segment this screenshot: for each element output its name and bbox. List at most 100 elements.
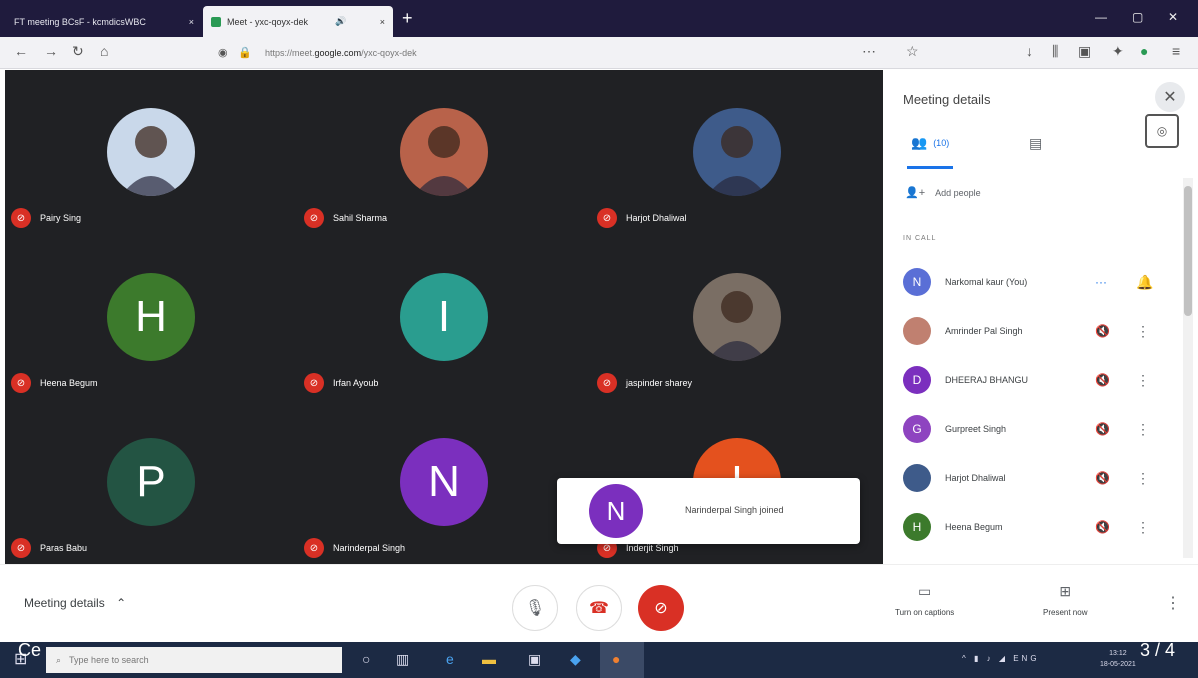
participant-tile[interactable]: ⊘ Harjot Dhaliwal bbox=[591, 70, 883, 234]
participant-name-label: ⊘ Narinderpal Singh bbox=[304, 538, 405, 558]
participant-tile[interactable]: I ⊘ Irfan Ayoub bbox=[298, 235, 590, 399]
person-name: Gurpreet Singh bbox=[945, 424, 1007, 434]
taskbar-search-box[interactable]: ⌕ Type here to search bbox=[46, 647, 342, 673]
present-icon: ⊞ bbox=[1059, 583, 1072, 599]
account-icon[interactable]: ● bbox=[1140, 43, 1148, 59]
meeting-details-button[interactable]: Meeting details ⌃ bbox=[24, 596, 126, 610]
meet-favicon-icon bbox=[211, 16, 221, 27]
more-options-button[interactable]: ⋮ bbox=[1165, 593, 1181, 613]
scrollbar-thumb[interactable] bbox=[1184, 186, 1192, 316]
more-options-icon[interactable]: ⋮ bbox=[1136, 323, 1150, 340]
page-actions-icon[interactable]: ⋯ bbox=[862, 43, 876, 60]
more-options-icon[interactable]: ⋮ bbox=[1136, 372, 1150, 389]
microphone-icon: 🎙 bbox=[524, 600, 546, 617]
bookmark-star-icon[interactable]: ☆ bbox=[906, 43, 919, 60]
muted-mic-icon: ⊘ bbox=[11, 208, 31, 228]
task-view-icon[interactable]: ▥ bbox=[396, 651, 409, 668]
people-list-item[interactable]: Amrinder Pal Singh 🔇 ⋮ bbox=[903, 316, 1163, 346]
screenshot-icon[interactable]: ◎ bbox=[1145, 114, 1179, 148]
new-tab-button[interactable]: + bbox=[402, 9, 413, 27]
participant-name-label: ⊘ jaspinder sharey bbox=[597, 373, 692, 393]
menu-icon[interactable]: ≡ bbox=[1172, 43, 1180, 59]
edge-icon[interactable]: e bbox=[446, 651, 454, 667]
more-options-icon[interactable]: ⋮ bbox=[1136, 421, 1150, 438]
tab-chat[interactable]: ▤ bbox=[1029, 135, 1042, 152]
app-icon[interactable]: ◆ bbox=[570, 651, 581, 668]
join-notification: N Narinderpal Singh joined bbox=[557, 478, 860, 544]
mic-off-icon: 🔇 bbox=[1095, 520, 1110, 534]
participant-tile[interactable]: H ⊘ Heena Begum bbox=[5, 235, 297, 399]
avatar: D bbox=[903, 366, 931, 394]
cortana-icon[interactable]: ○ bbox=[362, 651, 370, 667]
muted-mic-icon: ⊘ bbox=[304, 373, 324, 393]
windows-taskbar: ⊞ ⌕ Type here to search ○ ▥ e ▬ ▣ ◆ ● ^ … bbox=[0, 642, 1198, 678]
participant-tile[interactable]: ⊘ Sahil Sharma bbox=[298, 70, 590, 234]
leave-call-button[interactable]: ☎ bbox=[576, 585, 622, 631]
participant-tile[interactable]: N ⊘ Narinderpal Singh bbox=[298, 400, 590, 564]
present-now-button[interactable]: ⊞ Present now bbox=[1043, 583, 1087, 617]
store-icon[interactable]: ▣ bbox=[528, 651, 541, 668]
participant-name-label: ⊘ Harjot Dhaliwal bbox=[597, 208, 687, 228]
firefox-icon[interactable]: ● bbox=[600, 642, 644, 678]
minimize-button[interactable]: — bbox=[1095, 10, 1107, 24]
person-name: DHEERAJ BHANGU bbox=[945, 375, 1029, 385]
close-tab-icon[interactable]: × bbox=[374, 17, 385, 27]
panel-title: Meeting details bbox=[903, 92, 991, 107]
avatar: H bbox=[107, 273, 195, 361]
participant-name: Harjot Dhaliwal bbox=[626, 213, 687, 223]
system-tray[interactable]: ^ ▮ ♪ ◢ ENG bbox=[962, 654, 1040, 663]
reload-icon[interactable]: ↻ bbox=[72, 43, 84, 60]
speaking-indicator-icon: ··· bbox=[1095, 275, 1107, 289]
participant-tile[interactable]: ⊘ jaspinder sharey bbox=[591, 235, 883, 399]
sidebar-icon[interactable]: ▣ bbox=[1078, 43, 1091, 60]
file-explorer-icon[interactable]: ▬ bbox=[482, 651, 496, 667]
speaker-icon[interactable]: 🔊 bbox=[335, 16, 346, 27]
search-placeholder: Type here to search bbox=[69, 655, 149, 665]
panel-scrollbar[interactable] bbox=[1183, 178, 1193, 558]
meeting-details-panel: Meeting details ✕ ◎ 👥 (10) ▤ 👤+ Add peop… bbox=[883, 70, 1198, 564]
browser-tab-meet[interactable]: Meet - yxc-qoyx-dek 🔊 × bbox=[203, 6, 393, 37]
microphone-button[interactable]: 🎙 bbox=[512, 585, 558, 631]
mic-off-icon: 🔇 bbox=[1095, 373, 1110, 387]
person-photo-icon bbox=[707, 291, 767, 361]
maximize-button[interactable]: ▢ bbox=[1132, 10, 1143, 24]
person-name: Harjot Dhaliwal bbox=[945, 473, 1006, 483]
tab-people[interactable]: 👥 (10) bbox=[911, 135, 949, 151]
camera-button[interactable]: ⊘ bbox=[638, 585, 684, 631]
clock-time: 13:12 bbox=[1109, 650, 1127, 657]
avatar bbox=[400, 108, 488, 196]
library-icon[interactable]: ⫼ bbox=[1052, 43, 1058, 60]
people-list-item[interactable]: G Gurpreet Singh 🔇 ⋮ bbox=[903, 414, 1163, 444]
active-tab-indicator bbox=[907, 166, 953, 169]
people-list-item[interactable]: D DHEERAJ BHANGU 🔇 ⋮ bbox=[903, 365, 1163, 395]
home-icon[interactable]: ⌂ bbox=[100, 43, 108, 59]
back-icon[interactable]: ← bbox=[14, 43, 28, 59]
close-panel-button[interactable]: ✕ bbox=[1155, 82, 1185, 112]
shield-icon[interactable]: ◉ bbox=[218, 46, 228, 59]
close-window-button[interactable]: ✕ bbox=[1168, 10, 1178, 24]
extension-icon[interactable]: ✦ bbox=[1112, 43, 1124, 60]
close-tab-icon[interactable]: × bbox=[183, 17, 194, 27]
pin-icon[interactable]: 🔔 bbox=[1136, 274, 1153, 291]
taskbar-clock[interactable]: 13:12 18-05-2021 bbox=[1100, 648, 1136, 670]
participant-tile[interactable]: ⊘ Pairy Sing bbox=[5, 70, 297, 234]
add-people-button[interactable]: 👤+ Add people bbox=[905, 186, 981, 199]
more-options-icon[interactable]: ⋮ bbox=[1136, 519, 1150, 536]
address-bar[interactable]: https://meet.google.com/yxc-qoyx-dek bbox=[265, 48, 417, 58]
downloads-icon[interactable]: ↓ bbox=[1026, 43, 1033, 59]
participant-name-label: ⊘ Paras Babu bbox=[11, 538, 87, 558]
participant-tile[interactable]: P ⊘ Paras Babu bbox=[5, 400, 297, 564]
person-name: Heena Begum bbox=[945, 522, 1003, 532]
forward-icon[interactable]: → bbox=[44, 43, 58, 59]
people-list-item[interactable]: H Heena Begum 🔇 ⋮ bbox=[903, 512, 1163, 542]
more-options-icon[interactable]: ⋮ bbox=[1136, 470, 1150, 487]
browser-tab-1[interactable]: FT meeting BCsF - kcmdicsWBC × bbox=[6, 6, 202, 37]
join-notification-text: Narinderpal Singh joined bbox=[685, 505, 784, 515]
captions-button[interactable]: ▭ Turn on captions bbox=[895, 583, 954, 617]
meeting-details-label: Meeting details bbox=[24, 596, 105, 610]
people-list-item[interactable]: Harjot Dhaliwal 🔇 ⋮ bbox=[903, 463, 1163, 493]
people-list-item[interactable]: N Narkomal kaur (You) ··· 🔔 bbox=[903, 267, 1163, 297]
chevron-up-icon: ⌃ bbox=[116, 596, 127, 610]
overlay-text-left: Ce bbox=[18, 640, 42, 660]
tab-label: Meet - yxc-qoyx-dek bbox=[227, 16, 309, 27]
